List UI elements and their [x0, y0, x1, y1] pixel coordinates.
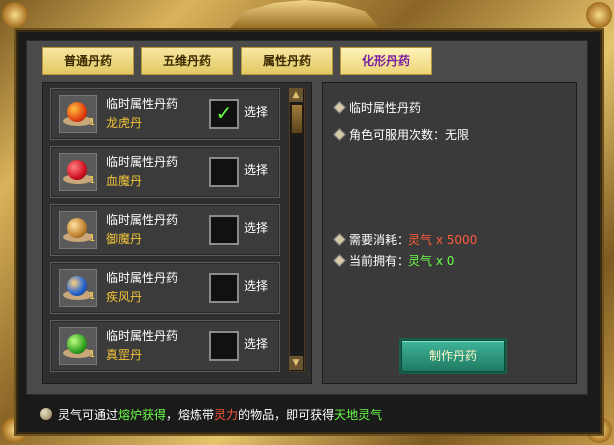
select-label[interactable]: 选择: [244, 103, 268, 120]
item-quantity: 1: [89, 175, 96, 186]
frame-corner-ornament: [586, 2, 612, 28]
tab-five-dimension-pills[interactable]: 五维丹药: [141, 47, 233, 75]
tip-link-furnace[interactable]: 熔炉获得: [118, 408, 166, 422]
select-checkbox[interactable]: ✓: [209, 99, 239, 129]
tab-transform-pills[interactable]: 化形丹药: [340, 47, 432, 75]
item-name: 真罡丹: [106, 348, 143, 362]
select-checkbox[interactable]: [209, 215, 239, 245]
pill-list-item[interactable]: 1 临时属性丹药 真罡丹 选择: [50, 320, 280, 372]
item-quantity: 1: [89, 291, 96, 302]
select-checkbox[interactable]: [209, 331, 239, 361]
item-name: 血魔丹: [106, 174, 143, 188]
detail-own-value: 灵气 x 0: [408, 254, 455, 268]
item-name: 龙虎丹: [106, 116, 143, 130]
item-type-label: 临时属性丹药: [106, 271, 179, 285]
craft-pill-button[interactable]: 制作丹药: [401, 340, 505, 372]
pill-list-item[interactable]: 1 临时属性丹药 龙虎丹 ✓ 选择: [50, 88, 280, 140]
detail-own-label: 当前拥有：: [349, 254, 410, 268]
pill-list-item[interactable]: 1 临时属性丹药 疾风丹 选择: [50, 262, 280, 314]
item-type-label: 临时属性丹药: [106, 329, 179, 343]
item-name: 御魔丹: [106, 232, 143, 246]
select-label[interactable]: 选择: [244, 335, 268, 352]
pill-list-item[interactable]: 1 临时属性丹药 血魔丹 选择: [50, 146, 280, 198]
scroll-up-icon[interactable]: ▲: [289, 88, 303, 102]
scrollbar-thumb[interactable]: [291, 104, 303, 134]
frame-corner-ornament: [2, 2, 28, 28]
tab-normal-pills[interactable]: 普通丹药: [42, 47, 134, 75]
select-checkbox[interactable]: [209, 157, 239, 187]
tab-attribute-pills[interactable]: 属性丹药: [241, 47, 333, 75]
info-bullet-icon: [40, 408, 52, 420]
item-type-label: 临时属性丹药: [106, 213, 179, 227]
item-name: 疾风丹: [106, 290, 143, 304]
item-quantity: 1: [89, 349, 96, 360]
detail-pill-type: 临时属性丹药: [349, 101, 422, 115]
detail-cost-value: 灵气 x 5000: [408, 233, 478, 247]
detail-use-limit: 角色可服用次数：无限: [349, 128, 470, 142]
item-type-label: 临时属性丹药: [106, 97, 179, 111]
tip-message: 灵气可通过熔炉获得，熔炼带灵力的物品，即可获得天地灵气: [58, 408, 383, 422]
item-quantity: 1: [89, 233, 96, 244]
scroll-down-icon[interactable]: ▼: [289, 356, 303, 370]
item-type-label: 临时属性丹药: [106, 155, 179, 169]
pill-list-item[interactable]: 1 临时属性丹药 御魔丹 选择: [50, 204, 280, 256]
select-label[interactable]: 选择: [244, 277, 268, 294]
item-quantity: 1: [89, 117, 96, 128]
detail-cost-label: 需要消耗：: [349, 233, 410, 247]
select-checkbox[interactable]: [209, 273, 239, 303]
select-label[interactable]: 选择: [244, 219, 268, 236]
select-label[interactable]: 选择: [244, 161, 268, 178]
